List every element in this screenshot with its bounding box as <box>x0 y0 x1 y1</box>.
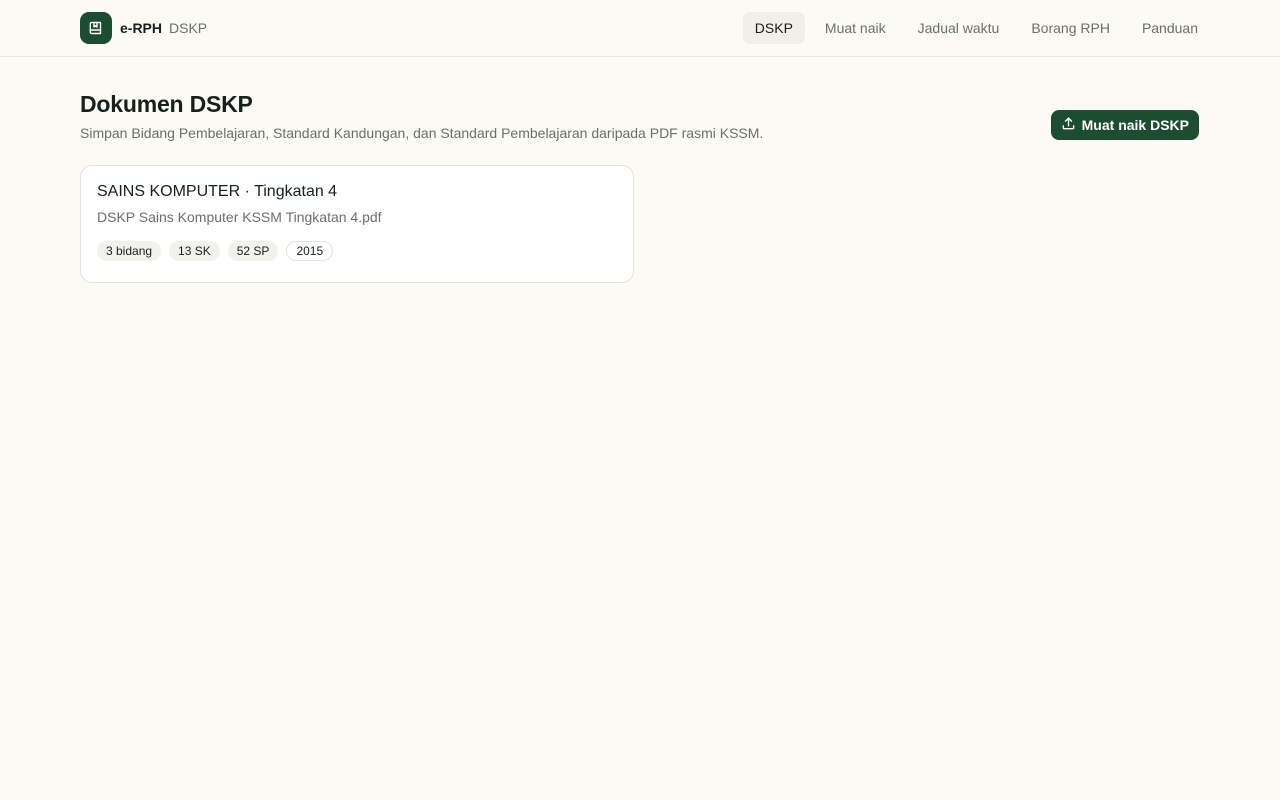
nav-item-panduan[interactable]: Panduan <box>1130 12 1210 44</box>
page-header: Dokumen DSKP Simpan Bidang Pembelajaran,… <box>80 91 1200 141</box>
stat-chip-sp: 52 SP <box>227 241 279 261</box>
top-bar: e-RPH DSKP DSKP Muat naik Jadual waktu B… <box>0 0 1280 57</box>
nav-item-borang-rph[interactable]: Borang RPH <box>1019 12 1122 44</box>
document-card[interactable]: SAINS KOMPUTER · Tingkatan 4 DSKP Sains … <box>80 165 634 283</box>
upload-icon <box>1061 116 1076 134</box>
app-name: e-RPH <box>120 20 163 36</box>
brand[interactable]: e-RPH DSKP <box>80 12 207 44</box>
document-filename: DSKP Sains Komputer KSSM Tingkatan 4.pdf <box>97 209 382 225</box>
page-title: Dokumen DSKP <box>80 91 253 117</box>
document-title: SAINS KOMPUTER · Tingkatan 4 <box>97 183 338 200</box>
book-icon <box>80 12 112 44</box>
nav-item-dskp[interactable]: DSKP <box>742 12 805 44</box>
main-nav: DSKP Muat naik Jadual waktu Borang RPH P… <box>739 12 1210 44</box>
stat-chip-sk: 13 SK <box>169 241 220 261</box>
year-chip: 2015 <box>286 241 334 261</box>
main-content: Dokumen DSKP Simpan Bidang Pembelajaran,… <box>0 57 1280 283</box>
document-stats: 3 bidang 13 SK 52 SP 2015 <box>97 241 617 261</box>
page-description: Simpan Bidang Pembelajaran, Standard Kan… <box>80 125 764 141</box>
nav-item-muat-naik[interactable]: Muat naik <box>813 12 898 44</box>
nav-item-jadual-waktu[interactable]: Jadual waktu <box>906 12 1012 44</box>
stat-chip-bidang: 3 bidang <box>97 241 162 261</box>
upload-dskp-button[interactable]: Muat naik DSKP <box>1050 110 1199 140</box>
upload-dskp-label: Muat naik DSKP <box>1081 117 1189 133</box>
app-section: DSKP <box>169 20 208 36</box>
